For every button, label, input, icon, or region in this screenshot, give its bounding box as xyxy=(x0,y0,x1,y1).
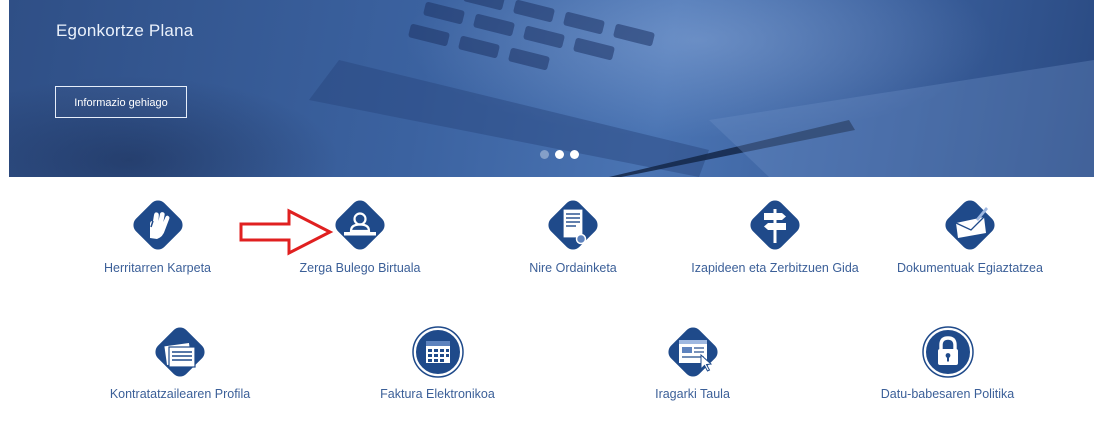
tile-label: Datu-babesaren Politika xyxy=(880,387,1015,401)
tile-label: Herritarren Karpeta xyxy=(104,261,211,275)
tile-dokumentuak-egiaztatzea[interactable]: Dokumentuak Egiaztatzea xyxy=(870,197,1070,276)
tile-faktura-elektronikoa[interactable]: Faktura Elektronikoa xyxy=(345,325,530,402)
envelope-pen-icon xyxy=(945,200,995,250)
hero-carousel: Egonkortze Plana Informazio gehiago xyxy=(9,0,1094,177)
document-seal-icon xyxy=(548,200,598,250)
carousel-dot-2[interactable] xyxy=(555,150,564,159)
tile-label: Iragarki Taula xyxy=(655,387,730,401)
tile-label: Nire Ordainketa xyxy=(529,261,617,275)
tile-iragarki-taula[interactable]: Iragarki Taula xyxy=(615,325,770,402)
tile-label: Zerga Bulego Birtuala xyxy=(299,261,421,275)
tile-label: Dokumentuak Egiaztatzea xyxy=(897,261,1043,275)
person-counter-icon xyxy=(335,200,385,250)
tile-kontratatzailearen-profila[interactable]: Kontratatzailearen Profila xyxy=(85,325,275,402)
tile-zerga-bulego-birtuala[interactable]: Zerga Bulego Birtuala xyxy=(270,197,450,276)
calendar-icon xyxy=(411,326,464,378)
files-icon xyxy=(155,327,205,377)
browser-cursor-icon xyxy=(667,327,718,377)
tile-label: Faktura Elektronikoa xyxy=(380,387,495,401)
signpost-icon xyxy=(750,200,800,250)
padlock-icon xyxy=(921,326,974,378)
tile-label: Izapideen eta Zerbitzuen Gida xyxy=(691,261,859,275)
carousel-dot-3[interactable] xyxy=(570,150,579,159)
tile-herritarren-karpeta[interactable]: Herritarren Karpeta xyxy=(70,197,245,276)
tile-datu-babesaren-politika[interactable]: Datu-babesaren Politika xyxy=(860,325,1035,402)
hand-icon xyxy=(132,200,183,250)
more-info-button[interactable]: Informazio gehiago xyxy=(55,86,187,118)
carousel-dot-1[interactable] xyxy=(540,150,549,159)
banner-title: Egonkortze Plana xyxy=(56,21,194,40)
tile-nire-ordainketa[interactable]: Nire Ordainketa xyxy=(483,197,663,276)
tile-izapideen-gida[interactable]: Izapideen eta Zerbitzuen Gida xyxy=(675,197,875,276)
carousel-dots xyxy=(540,150,579,160)
tile-label: Kontratatzailearen Profila xyxy=(109,387,251,401)
